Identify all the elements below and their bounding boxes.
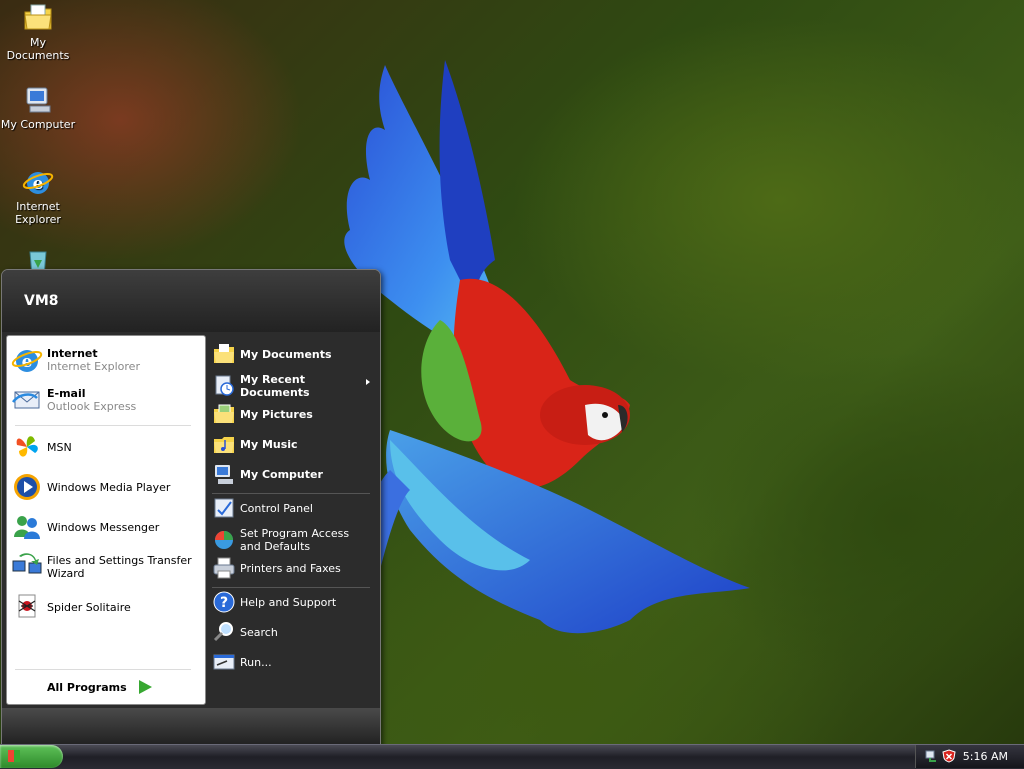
start-button[interactable] [0,745,63,768]
search-item[interactable]: Search [212,620,372,644]
recent-label: MSN [47,440,72,454]
network-icon[interactable] [924,749,938,763]
my-documents-icon [24,4,52,30]
start-menu-places-pane: My Documents My Recent Documents My Pict… [206,335,376,707]
msn-icon [16,436,38,457]
recent-files-settings-transfer-wizard[interactable]: Files and Settings Transfer Wizard [11,551,199,583]
place-my-recent-documents[interactable]: My Recent Documents [212,373,372,399]
pinned-email[interactable]: E-mail Outlook Express [11,384,199,416]
place-label: My Documents [240,347,332,361]
internet-explorer-icon: e [22,172,54,194]
help-icon: ? [213,591,235,613]
help-support-item[interactable]: ? Help and Support [212,590,372,614]
desktop-icon-my-computer[interactable]: My Computer [0,84,76,131]
printer-icon [213,557,235,579]
place-my-computer[interactable]: My Computer [212,462,372,486]
internet-explorer-icon: e [11,350,43,372]
svg-text:?: ? [220,595,228,611]
my-computer-icon [215,465,233,484]
start-menu-footer [2,708,380,748]
place-label: My Computer [240,467,323,481]
my-computer-icon [26,87,51,113]
submenu-arrow-icon [366,379,370,385]
pinned-subtitle: Internet Explorer [47,360,140,373]
my-music-icon [214,437,234,453]
my-pictures-icon [214,404,234,423]
place-label: My Recent Documents [240,373,310,399]
help-label: Run... [240,655,272,669]
separator [212,493,370,494]
printers-faxes-item[interactable]: Printers and Faxes [212,556,372,580]
spider-solitaire-icon [18,594,36,618]
taskbar [0,744,1024,769]
security-alert-icon[interactable] [942,749,956,763]
pinned-title: E-mail [47,387,86,400]
place-label: My Pictures [240,407,313,421]
run-item[interactable]: Run... [212,650,372,674]
separator [212,587,370,588]
recent-label: Spider Solitaire [47,600,131,614]
recent-documents-icon [215,375,234,396]
outlook-express-icon [12,391,40,409]
pinned-title: Internet [47,347,98,360]
place-my-documents[interactable]: My Documents [212,342,372,366]
search-icon [213,622,233,642]
program-access-icon [215,531,233,549]
start-menu-programs-pane: e Internet Internet Explorer E-mail Outl… [6,335,206,705]
pinned-subtitle: Outlook Express [47,400,137,413]
windows-messenger-icon [14,516,40,539]
recent-label: Files and Settings Transfer Wizard [47,554,192,580]
program-access-item[interactable]: Set Program Access and Defaults [212,527,372,553]
place-label: My Music [240,437,298,451]
parrot-wallpaper-image [344,60,750,634]
transfer-wizard-icon [12,553,42,574]
desktop-icon-label: Internet Explorer [15,200,61,226]
windows-logo-icon [8,750,20,762]
recent-spider-solitaire[interactable]: Spider Solitaire [11,591,199,623]
all-programs-arrow-icon [138,680,152,694]
desktop-icon-my-documents[interactable]: My Documents [0,2,76,62]
run-icon [213,654,235,670]
place-my-pictures[interactable]: My Pictures [212,402,372,426]
start-menu: VM8 e Internet Internet Explorer E-mail [1,269,381,749]
desktop-icon-internet-explorer[interactable]: e Internet Explorer [0,166,76,226]
help-label: Help and Support [240,595,337,609]
control-panel-icon [214,498,234,518]
control-panel-item[interactable]: Control Panel [212,496,372,520]
separator [15,425,191,426]
user-name: VM8 [24,293,59,309]
place-my-music[interactable]: My Music [212,432,372,456]
setting-label: Set Program Access and Defaults [240,527,350,553]
all-programs-button[interactable]: All Programs [47,680,152,694]
recent-label: Windows Media Player [47,480,171,494]
recent-windows-media-player[interactable]: Windows Media Player [11,471,199,503]
pinned-internet[interactable]: e Internet Internet Explorer [11,344,199,376]
desktop-icon-label: My Documents [6,36,70,62]
setting-label: Printers and Faxes [240,561,341,575]
recent-label: Windows Messenger [47,520,160,534]
all-programs-label: All Programs [47,680,127,694]
start-menu-header: VM8 [2,270,380,332]
recent-windows-messenger[interactable]: Windows Messenger [11,511,199,543]
taskbar-clock[interactable]: 5:16 AM [963,750,1008,763]
windows-media-player-icon [14,474,40,500]
help-label: Search [240,625,278,639]
desktop-icon-label: My Computer [0,118,76,131]
my-documents-icon [214,344,234,363]
recent-msn[interactable]: MSN [11,431,199,463]
separator [15,669,191,670]
setting-label: Control Panel [240,501,313,515]
